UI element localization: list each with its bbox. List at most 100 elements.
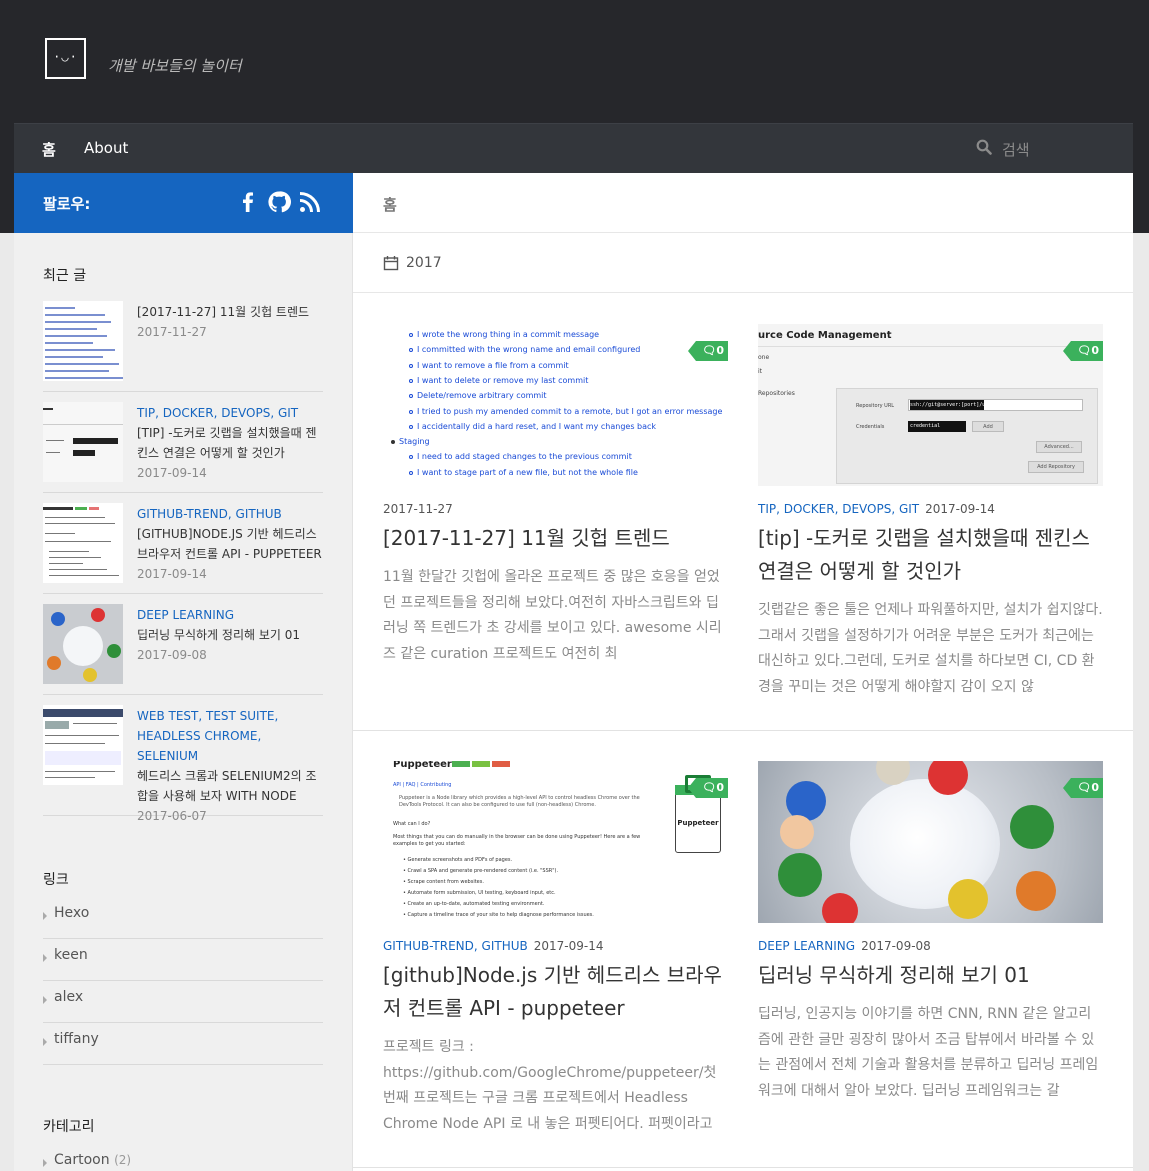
post-category[interactable]: DEEP LEARNING [758, 939, 855, 953]
thumb-text: Delete/remove arbitrary commit [417, 391, 547, 401]
recent-post-category[interactable]: TIP, DOCKER, DEVOPS, GIT [137, 403, 323, 423]
comment-icon: 🗨 [1077, 344, 1092, 357]
recent-post-item[interactable]: WEB TEST, TEST SUITE, HEADLESS CHROME, S… [43, 696, 323, 823]
recent-post-title[interactable]: 딥러닝 무식하게 정리해 보기 01 [137, 625, 323, 645]
thumb-text: I tried to push my amended commit to a r… [417, 406, 723, 416]
recent-post-date: 2017-06-07 [137, 809, 207, 823]
recent-post-date: 2017-11-27 [137, 325, 207, 339]
thumb-text: it [758, 368, 763, 375]
post-title[interactable]: [tip] -도커로 깃랩을 설치했을때 젠킨스 연결은 어떻게 할 것인가 [758, 522, 1103, 588]
thumb-text: I need to add staged changes to the prev… [417, 452, 632, 462]
thumb-text: Add Repository [1028, 461, 1084, 473]
recent-post-item[interactable]: [2017-11-27] 11월 깃헙 트렌드 2017-11-27 [43, 292, 323, 392]
archive-year: 2017 [406, 255, 442, 271]
calendar-icon [383, 256, 399, 271]
thumb-text: • Crawl a SPA and generate pre-rendered … [403, 868, 559, 874]
comment-badge[interactable]: 🗨0 [688, 341, 728, 361]
post-title[interactable]: [github]Node.js 기반 헤드리스 브라우저 컨트롤 API - p… [383, 959, 728, 1025]
thumb-text: urce Code Management [758, 330, 892, 341]
thumb-text: Repositories [758, 390, 795, 397]
thumb-text: • Create an up-to-date, automated testin… [403, 901, 545, 907]
post-category[interactable]: TIP, DOCKER, DEVOPS, GIT [758, 502, 919, 516]
nav-home[interactable]: 홈 [42, 139, 56, 160]
recent-post-category[interactable]: DEEP LEARNING [137, 605, 323, 625]
bullet [409, 333, 413, 337]
recent-post-category[interactable]: WEB TEST, TEST SUITE, HEADLESS CHROME, S… [137, 706, 323, 766]
links-heading: 링크 [43, 872, 69, 888]
thumb-text: ssh://git@server:[port]/url [910, 400, 984, 410]
recent-post-thumbnail [43, 503, 123, 583]
link-label[interactable]: Hexo [54, 905, 89, 921]
thumb-text: Puppeteer [677, 819, 719, 827]
link-label[interactable]: keen [54, 947, 88, 963]
nav-about[interactable]: About [84, 139, 128, 157]
thumb-text: Staging [399, 437, 430, 447]
thumb-text: I wrote the wrong thing in a commit mess… [417, 330, 600, 339]
link-label[interactable]: alex [54, 989, 83, 1005]
link-label[interactable]: tiffany [54, 1031, 99, 1047]
post-excerpt: 깃랩같은 좋은 툴은 언제나 파워풀하지만, 설치가 쉽지않다. 그래서 깃랩을… [758, 602, 1103, 695]
post-excerpt: 프로젝트 링크 : https://github.com/GoogleChrom… [383, 1039, 717, 1132]
bullet [409, 348, 413, 353]
comment-badge[interactable]: 🗨0 [1063, 341, 1103, 361]
category-item[interactable]: Cartoon (2) [43, 1144, 323, 1171]
main-content: 홈 2017 I wrote the wrong thing in a comm… [353, 173, 1133, 1171]
recent-post-thumbnail [43, 604, 123, 684]
recent-post-date: 2017-09-08 [137, 648, 207, 662]
recent-post-title[interactable]: [GITHUB]NODE.JS 기반 헤드리스 브라우저 컨트롤 API - P… [137, 524, 323, 564]
site-description: 개발 바보들의 놀이터 [108, 57, 242, 75]
thumb-text: Puppeteer is a Node library which provid… [399, 795, 640, 808]
post-category[interactable]: GITHUB-TREND, GITHUB [383, 939, 528, 953]
recent-post-date: 2017-09-14 [137, 466, 207, 480]
post-thumbnail[interactable]: Puppeteer API | FAQ | Contributing Puppe… [383, 761, 728, 923]
thumb-text: API | FAQ | Contributing [393, 782, 452, 788]
comment-badge[interactable]: 🗨0 [1063, 778, 1103, 798]
rss-icon[interactable] [298, 190, 322, 214]
search-input[interactable]: 검색 [1002, 139, 1030, 160]
recent-posts-heading: 최근 글 [43, 268, 87, 284]
comment-badge[interactable]: 🗨0 [688, 778, 728, 798]
recent-post-thumbnail [43, 705, 123, 785]
breadcrumb-home[interactable]: 홈 [383, 194, 397, 215]
main-nav: 홈 About 검색 [14, 123, 1133, 173]
thumb-text: Advanced... [1036, 441, 1082, 453]
recent-post-item[interactable]: DEEP LEARNING 딥러닝 무식하게 정리해 보기 01 2017-09… [43, 595, 323, 695]
bullet [409, 363, 413, 368]
recent-post-title[interactable]: [2017-11-27] 11월 깃헙 트렌드 [137, 302, 323, 322]
post-meta: DEEP LEARNING 2017-09-08 [758, 939, 931, 953]
recent-post-title[interactable]: 헤드리스 크롬과 SELENIUM2의 조합을 사용해 보자 WITH NODE [137, 766, 323, 806]
post-thumbnail[interactable]: I wrote the wrong thing in a commit mess… [383, 324, 728, 486]
chevron-right-icon [43, 912, 47, 920]
recent-post-category[interactable]: GITHUB-TREND, GITHUB [137, 504, 323, 524]
site-logo[interactable]: ·◡· [45, 38, 86, 79]
post-thumbnail[interactable]: urce Code Management one it Repositories… [758, 324, 1103, 486]
thumb-text: Puppeteer [393, 761, 452, 770]
post-meta: TIP, DOCKER, DEVOPS, GIT 2017-09-14 [758, 502, 995, 516]
link-item[interactable]: tiffany [43, 1023, 323, 1065]
bullet [409, 378, 413, 383]
search-box[interactable]: 검색 [974, 138, 1124, 162]
post-title[interactable]: [2017-11-27] 11월 깃헙 트렌드 [383, 522, 728, 555]
recent-post-title[interactable]: [TIP] -도커로 깃랩을 설치했을때 젠킨스 연결은 어떻게 할 것인가 [137, 423, 323, 463]
thumb-text: What can I do? [393, 821, 431, 827]
thumb-text: I want to remove a file from a commit [417, 360, 569, 370]
post-thumbnail[interactable]: 🗨0 [758, 761, 1103, 923]
link-item[interactable]: keen [43, 939, 323, 981]
category-label[interactable]: Cartoon [54, 1152, 110, 1168]
thumb-text: • Scrape content from websites. [403, 879, 484, 885]
recent-post-thumbnail [43, 301, 123, 381]
recent-post-thumbnail [43, 402, 123, 482]
facebook-icon[interactable] [236, 190, 260, 214]
chevron-right-icon [43, 996, 47, 1004]
breadcrumb: 홈 [353, 173, 1133, 233]
recent-post-item[interactable]: GITHUB-TREND, GITHUB [GITHUB]NODE.JS 기반 … [43, 494, 323, 594]
chevron-right-icon [43, 954, 47, 962]
link-item[interactable]: Hexo [43, 897, 323, 939]
bullet [409, 470, 413, 475]
link-item[interactable]: alex [43, 981, 323, 1023]
thumb-text: I committed with the wrong name and emai… [417, 345, 641, 355]
thumb-text: • Capture a timeline trace of your site … [403, 912, 594, 918]
recent-post-item[interactable]: TIP, DOCKER, DEVOPS, GIT [TIP] -도커로 깃랩을 … [43, 393, 323, 493]
post-title[interactable]: 딥러닝 무식하게 정리해 보기 01 [758, 959, 1103, 992]
github-icon[interactable] [267, 190, 291, 214]
